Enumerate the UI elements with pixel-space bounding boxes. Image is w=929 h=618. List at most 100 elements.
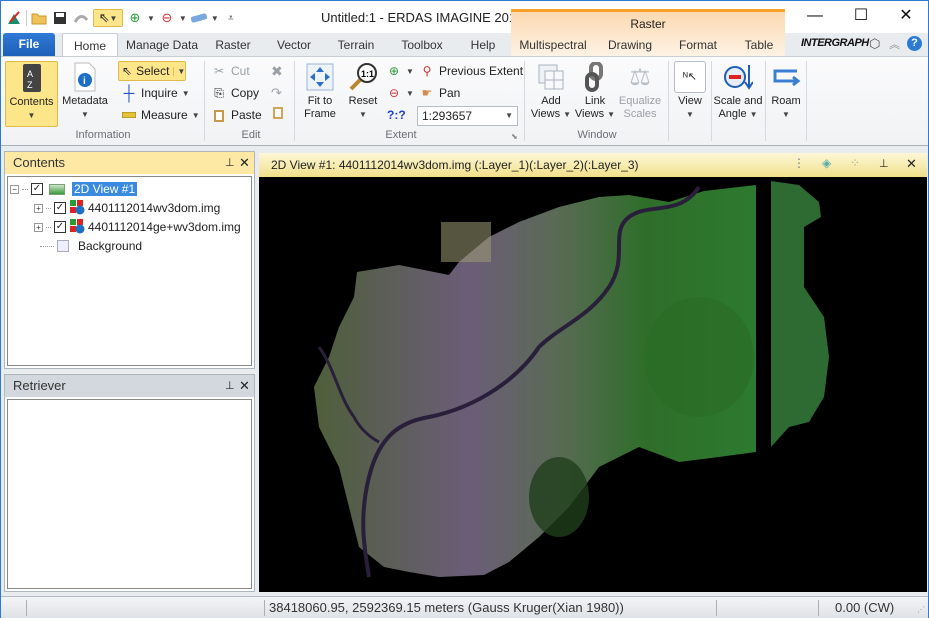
extent-dialog-launcher-icon[interactable]: ⬊ bbox=[511, 132, 518, 141]
pan-button[interactable]: ☛ Pan bbox=[419, 83, 461, 103]
select-pointer-button[interactable]: ⇖ ▼ bbox=[93, 9, 123, 27]
view-panel-title: 2D View #1: 4401112014wv3dom.img (:Layer… bbox=[271, 158, 639, 172]
zoom-out-icon: ⊖ bbox=[388, 86, 400, 100]
link-views-button[interactable]: Link Views ▼ bbox=[573, 61, 617, 121]
layer-checkbox[interactable]: ✓ bbox=[31, 183, 43, 195]
roam-button[interactable]: Roam ▼ bbox=[767, 61, 805, 121]
close-button[interactable]: ✕ bbox=[883, 5, 929, 27]
reset-label: Reset bbox=[348, 95, 378, 107]
unknown-scale-button[interactable]: ?:? bbox=[387, 105, 406, 125]
previous-extent-icon: ⚲ bbox=[422, 64, 432, 78]
close-panel-icon[interactable]: ✕ bbox=[239, 152, 250, 174]
layer-checkbox[interactable]: ✓ bbox=[54, 202, 66, 214]
palette-icon[interactable]: ◈ bbox=[822, 156, 831, 170]
paste-special-icon[interactable] bbox=[272, 105, 284, 122]
north-arrow-icon: ᴺ↖ bbox=[674, 61, 706, 93]
tab-terrain[interactable]: Terrain bbox=[331, 33, 381, 57]
raster-layer-icon bbox=[69, 218, 85, 237]
close-panel-icon[interactable]: ✕ bbox=[239, 375, 250, 397]
close-view-icon[interactable]: ✕ bbox=[906, 156, 917, 172]
zoom-out-icon[interactable]: ⊖ bbox=[158, 9, 176, 27]
tree-node-layer[interactable]: + ✓ 4401112014wv3dom.img bbox=[34, 199, 220, 217]
cut-button[interactable]: ✂ Cut bbox=[211, 61, 250, 81]
chevron-down-icon[interactable]: ▼ bbox=[179, 14, 187, 23]
tab-raster[interactable]: Raster bbox=[207, 33, 259, 57]
select-arrow-icon: ⇖ bbox=[122, 64, 133, 78]
scale-and-angle-button[interactable]: Scale and Angle ▼ bbox=[712, 61, 764, 121]
contents-button[interactable]: AZ Contents ▼ bbox=[5, 61, 58, 127]
add-views-icon bbox=[535, 61, 567, 93]
tab-manage-data[interactable]: Manage Data bbox=[121, 33, 203, 57]
add-views-button[interactable]: Add Views ▼ bbox=[528, 61, 574, 121]
app-logo-icon[interactable] bbox=[5, 9, 23, 27]
equalize-scales-button[interactable]: ⚖ Equalize Scales bbox=[616, 61, 664, 121]
pin-icon[interactable]: ⊥ bbox=[225, 152, 235, 174]
tab-home[interactable]: Home bbox=[62, 33, 118, 57]
select-button[interactable]: ⇖ Select ▼ bbox=[118, 61, 186, 81]
zoom-out-button[interactable]: ⊖ ▼ bbox=[386, 83, 414, 103]
cut-label: Cut bbox=[231, 64, 250, 78]
tab-table[interactable]: Table bbox=[739, 33, 779, 57]
tab-multispectral[interactable]: Multispectral bbox=[513, 33, 593, 57]
chevron-down-icon: ▼ bbox=[27, 111, 36, 120]
maximize-button[interactable]: ☐ bbox=[838, 5, 884, 27]
reset-button[interactable]: 1:1 Reset ▼ bbox=[344, 61, 382, 121]
scale-angle-icon bbox=[722, 61, 754, 93]
measure-ruler-icon bbox=[121, 107, 137, 123]
tab-file[interactable]: File bbox=[3, 33, 55, 57]
ribbon-tabs: File Home Manage Data Raster Vector Terr… bbox=[1, 33, 928, 57]
tab-toolbox[interactable]: Toolbox bbox=[395, 33, 449, 57]
chevron-down-icon[interactable]: ▼ bbox=[147, 14, 155, 23]
undo-icon[interactable] bbox=[72, 9, 90, 27]
previous-extent-button[interactable]: ⚲ Previous Extent bbox=[419, 61, 523, 81]
zoom-in-button[interactable]: ⊕ ▼ bbox=[386, 61, 414, 81]
tab-vector[interactable]: Vector bbox=[269, 33, 319, 57]
copy-button[interactable]: ⎘ Copy bbox=[211, 83, 259, 103]
view-button[interactable]: ᴺ↖ View ▼ bbox=[671, 61, 709, 121]
collapse-ribbon-icon[interactable]: ︽ bbox=[889, 36, 900, 52]
metadata-info-icon: i bbox=[69, 61, 101, 93]
customize-qat-icon[interactable]: ⩡ bbox=[222, 9, 240, 27]
save-icon[interactable] bbox=[51, 9, 69, 27]
scale-combobox[interactable]: 1:293657 ▼ bbox=[417, 106, 518, 126]
open-folder-icon[interactable] bbox=[30, 9, 48, 27]
measure-button[interactable]: Measure ▼ bbox=[121, 105, 200, 125]
collapse-icon[interactable]: − bbox=[10, 184, 19, 194]
pin-icon[interactable]: ⊥ bbox=[879, 157, 889, 170]
paste-button[interactable]: Paste bbox=[211, 105, 262, 125]
inquire-label: Inquire bbox=[141, 86, 178, 100]
group-separator bbox=[765, 61, 766, 141]
help-icon[interactable]: ? bbox=[907, 36, 922, 51]
tab-help[interactable]: Help bbox=[463, 33, 503, 57]
link-dotted-icon[interactable]: ⁘ bbox=[850, 156, 860, 170]
expand-icon[interactable]: + bbox=[34, 203, 43, 213]
zoom-in-icon[interactable]: ⊕ bbox=[126, 9, 144, 27]
pin-icon[interactable]: ⊥ bbox=[225, 375, 235, 397]
ribbon-home: AZ Contents ▼ i Metadata ▼ ⇖ Select ▼ ┼ … bbox=[1, 56, 928, 146]
eraser-icon[interactable] bbox=[190, 9, 208, 27]
inquire-button[interactable]: ┼ Inquire ▼ bbox=[121, 83, 190, 103]
fit-to-frame-button[interactable]: Fit to Frame bbox=[299, 61, 341, 121]
layer-stack-icon[interactable]: ⋮ bbox=[793, 156, 805, 170]
select-pointer-icon: ⇖ bbox=[98, 10, 110, 25]
status-bar: 38418060.95, 2592369.15 meters (Gauss Kr… bbox=[1, 596, 928, 618]
map-canvas[interactable] bbox=[259, 177, 927, 592]
metadata-button[interactable]: i Metadata ▼ bbox=[59, 61, 111, 121]
layer-checkbox[interactable]: ✓ bbox=[54, 221, 66, 233]
tree-node-2d-view[interactable]: − ✓ 2D View #1 bbox=[10, 180, 138, 198]
reset-magnifier-1to1-icon: 1:1 bbox=[347, 61, 379, 93]
delete-icon[interactable]: ✖ bbox=[271, 63, 283, 80]
resize-grip-icon[interactable]: ⋰ bbox=[917, 605, 925, 614]
minimize-button[interactable]: — bbox=[792, 5, 838, 27]
tab-drawing[interactable]: Drawing bbox=[601, 33, 659, 57]
tree-node-layer[interactable]: + ✓ 4401112014ge+wv3dom.img bbox=[34, 218, 241, 236]
inquire-crosshair-icon: ┼ bbox=[123, 84, 135, 102]
redo-icon[interactable]: ↷ bbox=[271, 85, 282, 101]
previous-extent-label: Previous Extent bbox=[439, 64, 524, 78]
chevron-down-icon[interactable]: ▼ bbox=[211, 14, 219, 23]
tree-line bbox=[22, 188, 28, 190]
tree-node-background[interactable]: Background bbox=[40, 237, 142, 255]
retriever-panel-header: Retriever ⊥ ✕ bbox=[5, 375, 254, 397]
tab-format[interactable]: Format bbox=[673, 33, 723, 57]
expand-icon[interactable]: + bbox=[34, 222, 43, 232]
